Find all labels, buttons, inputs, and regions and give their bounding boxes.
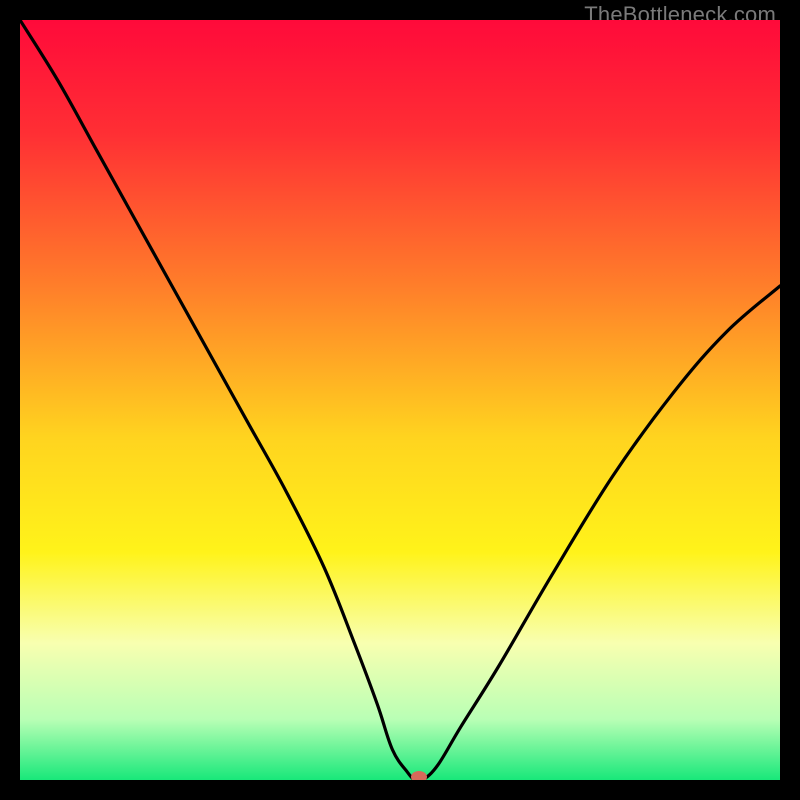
bottleneck-chart: [20, 20, 780, 780]
chart-frame: [20, 20, 780, 780]
